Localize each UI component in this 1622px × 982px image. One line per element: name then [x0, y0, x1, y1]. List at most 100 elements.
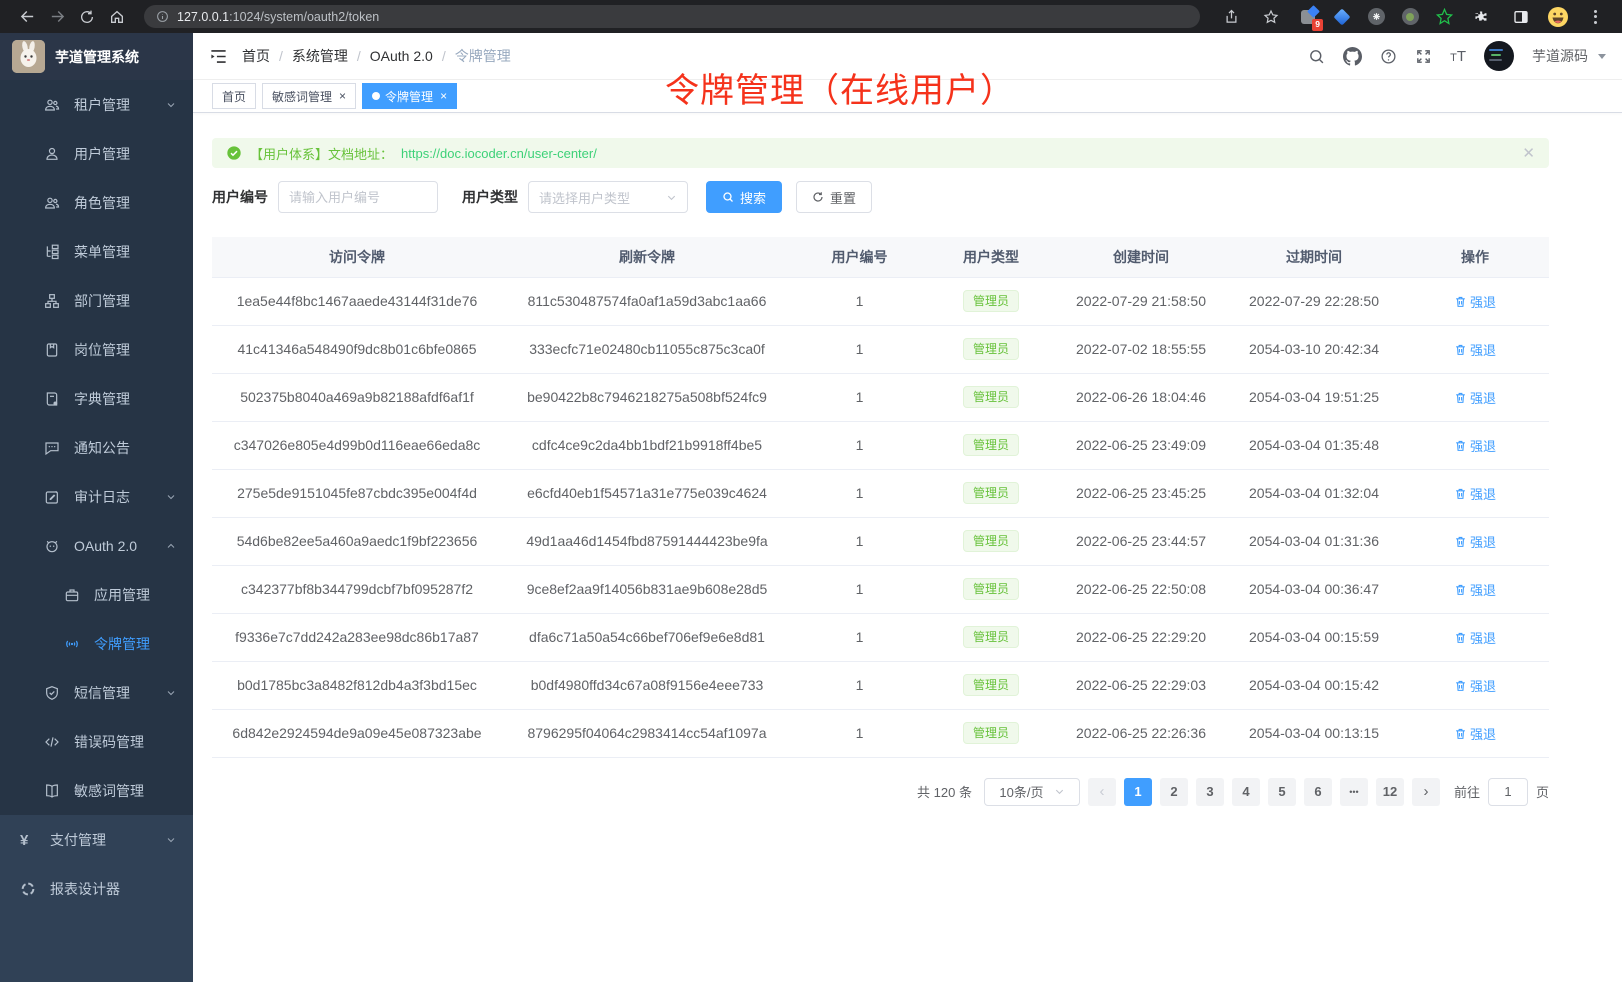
- force-logout-button[interactable]: 强退: [1454, 436, 1496, 455]
- page-button-4[interactable]: 4: [1232, 778, 1260, 806]
- github-icon[interactable]: [1343, 47, 1362, 66]
- page-button-12[interactable]: 12: [1376, 778, 1404, 806]
- next-page-button[interactable]: ›: [1412, 778, 1440, 806]
- breadcrumb-item[interactable]: 系统管理: [292, 46, 348, 66]
- font-size-icon[interactable]: TT: [1450, 48, 1466, 65]
- force-logout-button[interactable]: 强退: [1454, 292, 1496, 311]
- page-button-3[interactable]: 3: [1196, 778, 1224, 806]
- user-menu-caret-icon[interactable]: [1598, 54, 1606, 59]
- goto-page-input[interactable]: [1488, 778, 1528, 806]
- share-icon[interactable]: [1218, 4, 1244, 30]
- browser-menu-icon[interactable]: [1582, 4, 1608, 30]
- profile-avatar-icon[interactable]: [1548, 7, 1568, 27]
- side-panel-icon[interactable]: [1508, 4, 1534, 30]
- user-id-cell: 1: [792, 661, 927, 709]
- tab-close-icon[interactable]: ×: [337, 89, 346, 103]
- refresh-token-cell: 9ce8ef2aa9f14056b831ae9b608e28d5: [502, 565, 792, 613]
- search-icon[interactable]: [1308, 48, 1325, 65]
- fullscreen-icon[interactable]: [1415, 48, 1432, 65]
- sidebar-item-audit-log[interactable]: 审计日志: [0, 472, 193, 521]
- prev-page-button[interactable]: ‹: [1088, 778, 1116, 806]
- sidebar-item-post[interactable]: 岗位管理: [0, 325, 193, 374]
- user-icon: [44, 146, 60, 162]
- tab-close-icon[interactable]: ×: [438, 89, 447, 103]
- pagination-total: 共 120 条: [917, 782, 972, 801]
- refresh-token-cell: be90422b8c7946218275a508bf524fc9: [502, 373, 792, 421]
- more-pages-button[interactable]: •••: [1340, 778, 1368, 806]
- page-button-5[interactable]: 5: [1268, 778, 1296, 806]
- sidebar-item-pay[interactable]: ¥支付管理: [0, 815, 193, 864]
- browser-reload-icon[interactable]: [74, 4, 100, 30]
- sidebar-item-menu[interactable]: 菜单管理: [0, 227, 193, 276]
- browser-home-icon[interactable]: [104, 4, 130, 30]
- tab-首页[interactable]: 首页: [212, 83, 256, 109]
- reset-button[interactable]: 重置: [796, 181, 872, 213]
- command-extension-icon[interactable]: [1366, 7, 1386, 27]
- force-logout-button[interactable]: 强退: [1454, 628, 1496, 647]
- tab-令牌管理[interactable]: 令牌管理×: [362, 83, 457, 109]
- action-cell: 强退: [1401, 421, 1549, 469]
- help-icon[interactable]: [1380, 48, 1397, 65]
- force-logout-button[interactable]: 强退: [1454, 484, 1496, 503]
- user-type-cell: 管理员: [927, 469, 1055, 517]
- extensions-puzzle-icon[interactable]: [1468, 4, 1494, 30]
- refresh-token-cell: 333ecfc71e02480cb11055c875c3ca0f: [502, 325, 792, 373]
- site-info-icon[interactable]: [156, 10, 169, 23]
- table-row: 54d6be82ee5a460a9aedc1f9bf22365649d1aa46…: [212, 517, 1549, 565]
- sidebar-item-dept[interactable]: 部门管理: [0, 276, 193, 325]
- force-logout-button[interactable]: 强退: [1454, 532, 1496, 551]
- page-size-select[interactable]: 10条/页: [984, 778, 1080, 806]
- trash-icon: [1454, 631, 1467, 644]
- force-logout-button[interactable]: 强退: [1454, 340, 1496, 359]
- force-logout-button[interactable]: 强退: [1454, 580, 1496, 599]
- page-button-2[interactable]: 2: [1160, 778, 1188, 806]
- access-token-cell: 54d6be82ee5a460a9aedc1f9bf223656: [212, 517, 502, 565]
- app-logo[interactable]: 芋道管理系统: [0, 33, 193, 80]
- sidebar-item-dict[interactable]: 字典管理: [0, 374, 193, 423]
- force-logout-button[interactable]: 强退: [1454, 724, 1496, 743]
- column-header: 操作: [1401, 237, 1549, 277]
- sidebar-item-oauth2[interactable]: OAuth 2.0: [0, 521, 193, 570]
- sidebar-toggle-icon[interactable]: [209, 47, 228, 66]
- sidebar-item-error-code[interactable]: 错误码管理: [0, 717, 193, 766]
- sidebar-item-label: 令牌管理: [94, 634, 150, 654]
- username: 芋道源码: [1532, 46, 1588, 66]
- alert-close-icon[interactable]: ✕: [1522, 144, 1535, 162]
- sidebar-item-sms[interactable]: 短信管理: [0, 668, 193, 717]
- sidebar-item-oauth2-app[interactable]: 应用管理: [0, 570, 193, 619]
- sidebar-item-sensitive-word[interactable]: 敏感词管理: [0, 766, 193, 815]
- force-logout-button[interactable]: 强退: [1454, 676, 1496, 695]
- sidebar-item-user[interactable]: 用户管理: [0, 129, 193, 178]
- tab-敏感词管理[interactable]: 敏感词管理×: [262, 83, 356, 109]
- force-logout-button[interactable]: 强退: [1454, 388, 1496, 407]
- doc-link[interactable]: https://doc.iocoder.cn/user-center/: [401, 146, 597, 161]
- screen: 127.0.0.1:1024/system/oauth2/token 9: [0, 0, 1622, 982]
- extension-badge-icon[interactable]: 9: [1298, 7, 1318, 27]
- sidebar-item-label: 审计日志: [74, 487, 130, 507]
- browser-back-icon[interactable]: [14, 4, 40, 30]
- breadcrumb-item[interactable]: 首页: [242, 46, 270, 66]
- bookmark-star-icon[interactable]: [1258, 4, 1284, 30]
- expire-time-cell: 2054-03-04 00:15:42: [1227, 661, 1401, 709]
- sidebar-item-report[interactable]: 报表设计器: [0, 864, 193, 913]
- user-id-input[interactable]: [278, 181, 438, 213]
- page-button-6[interactable]: 6: [1304, 778, 1332, 806]
- user-type-cell: 管理员: [927, 565, 1055, 613]
- sidebar-item-role[interactable]: 角色管理: [0, 178, 193, 227]
- sidebar-item-tenant[interactable]: 租户管理: [0, 80, 193, 129]
- refresh-token-cell: 811c530487574fa0af1a59d3abc1aa66: [502, 277, 792, 325]
- address-bar[interactable]: 127.0.0.1:1024/system/oauth2/token: [144, 5, 1200, 28]
- sidebar-item-notice[interactable]: 通知公告: [0, 423, 193, 472]
- star-extension-icon[interactable]: [1434, 7, 1454, 27]
- breadcrumb-item[interactable]: OAuth 2.0: [370, 48, 433, 64]
- sidebar-item-oauth2-token[interactable]: 令牌管理: [0, 619, 193, 668]
- browser-forward-icon[interactable]: [44, 4, 70, 30]
- user-avatar[interactable]: [1484, 41, 1514, 71]
- expire-time-cell: 2054-03-04 00:15:59: [1227, 613, 1401, 661]
- page-button-1[interactable]: 1: [1124, 778, 1152, 806]
- browser-actions: 9: [1218, 4, 1612, 30]
- gem-extension-icon[interactable]: [1332, 7, 1352, 27]
- search-button[interactable]: 搜索: [706, 181, 782, 213]
- recorder-extension-icon[interactable]: [1400, 7, 1420, 27]
- user-type-select[interactable]: 请选择用户类型: [528, 181, 688, 213]
